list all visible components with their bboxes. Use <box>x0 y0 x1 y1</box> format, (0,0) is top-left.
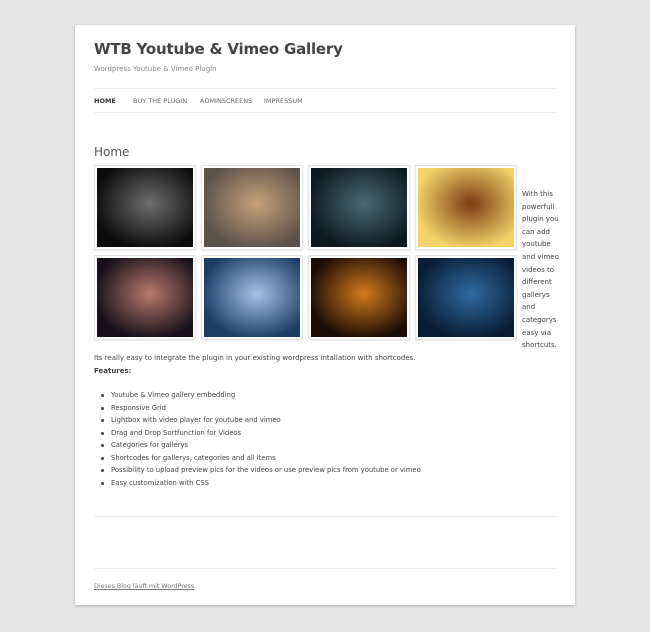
footer-wordpress-link[interactable]: Dieses Blog läuft mit WordPress <box>94 583 194 590</box>
gallery-thumbnail[interactable] <box>94 255 196 340</box>
thumb-toast-fireworks <box>97 258 193 337</box>
thumb-colorful-mask <box>311 258 407 337</box>
main-navigation: HOME BUY THE PLUGIN ADMINSCREENS IMPRESS… <box>94 88 556 113</box>
nav-item-impressum[interactable]: IMPRESSUM <box>264 97 303 105</box>
gallery-thumbnail[interactable] <box>201 255 303 340</box>
features-heading: Features: <box>94 367 132 375</box>
list-item: Possibility to upload preview pics for t… <box>94 466 421 479</box>
thumb-soldiers-dark <box>311 168 407 247</box>
thumb-woman-portrait <box>97 168 193 247</box>
list-item: Drag and Drop Sortfunction for Videos <box>94 429 421 442</box>
thumb-blue-swordsman <box>204 258 300 337</box>
intro-paragraph: Its really easy to integrate the plugin … <box>94 354 416 362</box>
gallery-thumbnail[interactable] <box>415 165 517 250</box>
thumb-soldier-battle <box>204 168 300 247</box>
features-list: Youtube & Vimeo gallery embedding Respon… <box>94 391 421 491</box>
gallery-thumbnail[interactable] <box>415 255 517 340</box>
gallery-thumbnail[interactable] <box>201 165 303 250</box>
page-container: WTB Youtube & Vimeo Gallery Wordpress Yo… <box>75 25 575 605</box>
footer-divider <box>94 568 556 569</box>
site-description: Wordpress Youtube & Vimeo Plugin <box>94 65 217 73</box>
gallery-thumbnail[interactable] <box>308 255 410 340</box>
list-item: Lightbox with video player for youtube a… <box>94 416 421 429</box>
gallery-description: With this powerfull plugin you can add y… <box>522 190 559 350</box>
list-item: Categories for gallerys <box>94 441 421 454</box>
page-title: Home <box>94 145 130 160</box>
list-item: Easy customization with CSS <box>94 479 421 492</box>
gallery-thumbnail[interactable] <box>308 165 410 250</box>
site-title[interactable]: WTB Youtube & Vimeo Gallery <box>94 40 343 58</box>
list-item: Responsive Grid <box>94 404 421 417</box>
thumb-blue-forest <box>418 258 514 337</box>
nav-item-home[interactable]: HOME <box>94 97 116 105</box>
nav-item-adminscreens[interactable]: ADMINSCREENS <box>200 97 252 105</box>
list-item: Shortcodes for gallerys, categories and … <box>94 454 421 467</box>
list-item: Youtube & Vimeo gallery embedding <box>94 391 421 404</box>
content-divider <box>94 516 556 517</box>
thumb-forest-sun <box>418 168 514 247</box>
nav-item-buy-the-plugin[interactable]: BUY THE PLUGIN <box>133 97 187 105</box>
gallery-thumbnail[interactable] <box>94 165 196 250</box>
